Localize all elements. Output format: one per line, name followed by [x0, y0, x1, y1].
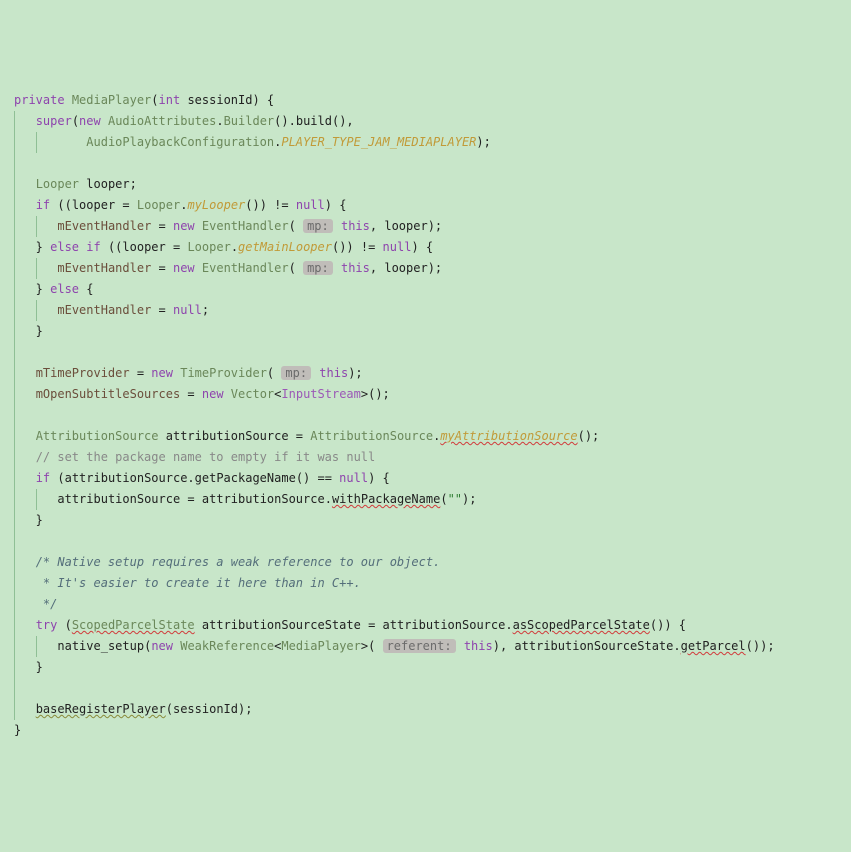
- token: asScopedParcelState: [513, 618, 650, 632]
- token: attributionSourceState: [514, 639, 673, 653]
- token: else: [50, 282, 79, 296]
- token: looper: [122, 240, 165, 254]
- param-hint: referent:: [383, 639, 456, 653]
- token: Vector: [231, 387, 274, 401]
- token: new: [151, 366, 173, 380]
- token: EventHandler: [202, 219, 289, 233]
- token: AttributionSource: [310, 429, 433, 443]
- token: attributionSource: [202, 492, 325, 506]
- token: // set the package name to empty if it w…: [36, 450, 376, 464]
- token: getMainLooper: [238, 240, 332, 254]
- token: if: [36, 471, 50, 485]
- token: mEventHandler: [57, 303, 151, 317]
- token: new: [79, 114, 101, 128]
- token: attributionSource: [166, 429, 289, 443]
- token: looper: [72, 198, 115, 212]
- token: looper: [384, 219, 427, 233]
- token: EventHandler: [202, 261, 289, 275]
- token: */: [36, 597, 58, 611]
- token: mOpenSubtitleSources: [36, 387, 181, 401]
- token: build: [296, 114, 332, 128]
- token: attributionSource: [57, 492, 180, 506]
- token: sessionId: [187, 93, 252, 107]
- token: native_setup: [57, 639, 144, 653]
- token: PLAYER_TYPE_JAM_MEDIAPLAYER: [281, 135, 476, 149]
- token: TimeProvider: [180, 366, 267, 380]
- token: baseRegisterPlayer: [36, 702, 166, 716]
- token: myLooper: [187, 198, 245, 212]
- token: myAttributionSource: [440, 429, 577, 443]
- token: null: [296, 198, 325, 212]
- token: if: [36, 198, 50, 212]
- token: new: [151, 639, 173, 653]
- token: getPackageName: [195, 471, 296, 485]
- token: else: [50, 240, 79, 254]
- token: /* Native setup requires a weak referenc…: [36, 555, 441, 569]
- token: "": [448, 492, 462, 506]
- token: this: [319, 366, 348, 380]
- token: this: [341, 219, 370, 233]
- token: * It's easier to create it here than in …: [36, 576, 361, 590]
- param-hint: mp:: [281, 366, 311, 380]
- token: attributionSource: [383, 618, 506, 632]
- token: InputStream: [281, 387, 360, 401]
- param-hint: mp:: [303, 261, 333, 275]
- param-hint: mp:: [303, 219, 333, 233]
- token: Looper: [137, 198, 180, 212]
- code-editor: private MediaPlayer(int sessionId) { sup…: [14, 90, 837, 741]
- token: private: [14, 93, 65, 107]
- token: null: [173, 303, 202, 317]
- token: this: [464, 639, 493, 653]
- token: null: [339, 471, 368, 485]
- token: new: [202, 387, 224, 401]
- token: mTimeProvider: [36, 366, 130, 380]
- token: MediaPlayer: [281, 639, 360, 653]
- token: getParcel: [681, 639, 746, 653]
- token: Builder: [224, 114, 275, 128]
- token: Looper: [36, 177, 79, 191]
- token: MediaPlayer: [72, 93, 151, 107]
- token: int: [159, 93, 181, 107]
- token: if: [86, 240, 100, 254]
- token: attributionSourceState: [202, 618, 361, 632]
- token: new: [173, 261, 195, 275]
- token: mEventHandler: [57, 261, 151, 275]
- token: new: [173, 219, 195, 233]
- token: null: [383, 240, 412, 254]
- token: AudioAttributes: [108, 114, 216, 128]
- token: this: [341, 261, 370, 275]
- token: Looper: [187, 240, 230, 254]
- token: WeakReference: [180, 639, 274, 653]
- token: sessionId: [173, 702, 238, 716]
- token: mEventHandler: [57, 219, 151, 233]
- token: try: [36, 618, 58, 632]
- token: looper: [86, 177, 129, 191]
- token: AudioPlaybackConfiguration: [86, 135, 274, 149]
- token: attributionSource: [65, 471, 188, 485]
- token: super: [36, 114, 72, 128]
- token: looper: [384, 261, 427, 275]
- token: withPackageName: [332, 492, 440, 506]
- token: AttributionSource: [36, 429, 159, 443]
- token: ScopedParcelState: [72, 618, 195, 632]
